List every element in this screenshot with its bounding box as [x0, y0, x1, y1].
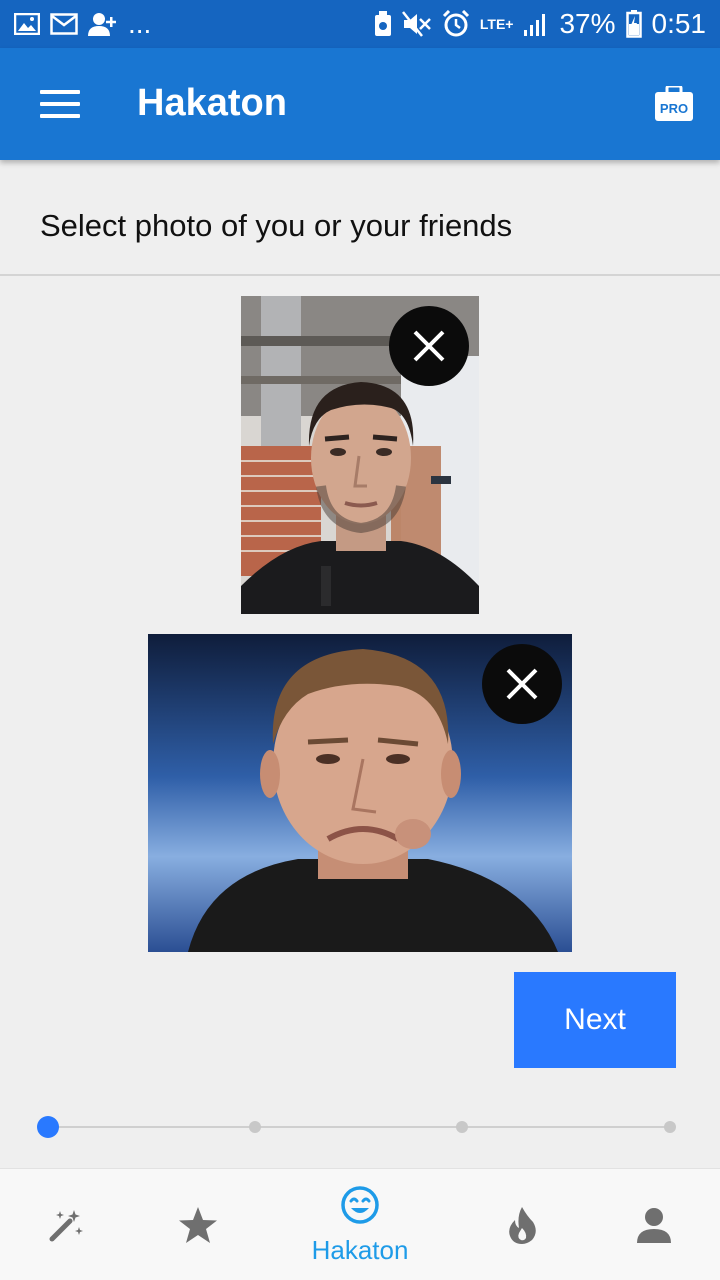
data-saver-icon	[374, 11, 392, 37]
status-overflow: ...	[128, 8, 152, 39]
stepper-track	[48, 1126, 670, 1128]
signal-icon	[523, 12, 549, 36]
remove-photo-1-button[interactable]	[389, 306, 469, 386]
magic-wand-icon	[49, 1210, 83, 1242]
menu-icon	[40, 90, 80, 94]
close-icon	[413, 330, 445, 362]
step-2-dot	[249, 1121, 262, 1133]
remove-photo-2-button[interactable]	[482, 644, 562, 724]
nav-label-hakaton: Hakaton	[311, 1234, 409, 1265]
mute-icon	[401, 11, 432, 37]
add-contact-icon	[88, 12, 118, 36]
nav-item-effects[interactable]	[0, 1169, 136, 1280]
nav-item-favorites[interactable]	[128, 1169, 268, 1280]
pro-briefcase-icon: PRO	[655, 84, 693, 121]
person-icon	[637, 1208, 671, 1243]
flame-icon	[509, 1207, 536, 1244]
smiley-icon	[341, 1185, 379, 1224]
page-instruction: Select photo of you or your friends	[40, 208, 513, 243]
step-4-dot	[664, 1121, 676, 1133]
next-button[interactable]: Next	[514, 972, 676, 1068]
nav-item-hakaton[interactable]: Hakaton	[290, 1169, 430, 1280]
divider	[0, 274, 720, 276]
pro-badge-text: PRO	[660, 101, 688, 116]
bottom-nav: Hakaton	[0, 1168, 720, 1280]
close-icon	[506, 668, 538, 700]
network-type: LTE+	[479, 16, 514, 32]
menu-button[interactable]	[28, 76, 92, 132]
step-1-dot	[37, 1116, 59, 1138]
nav-item-trending[interactable]	[452, 1169, 592, 1280]
battery-icon	[625, 10, 642, 38]
alarm-icon	[442, 10, 470, 38]
pro-button[interactable]: PRO	[654, 84, 694, 122]
progress-stepper	[37, 1116, 676, 1138]
status-bar: ... LTE+ 37% 0:51	[0, 0, 720, 48]
nav-item-profile[interactable]	[584, 1169, 720, 1280]
gallery-icon	[14, 13, 40, 35]
battery-percent: 37%	[559, 8, 616, 39]
mail-icon	[50, 13, 78, 35]
photo-card-2[interactable]	[148, 634, 572, 952]
app-bar: Hakaton PRO	[0, 48, 720, 160]
photo-card-1[interactable]	[241, 296, 479, 614]
status-time: 0:51	[651, 8, 707, 39]
star-icon	[179, 1207, 217, 1243]
app-title: Hakaton	[137, 82, 287, 124]
step-3-dot	[456, 1121, 469, 1133]
